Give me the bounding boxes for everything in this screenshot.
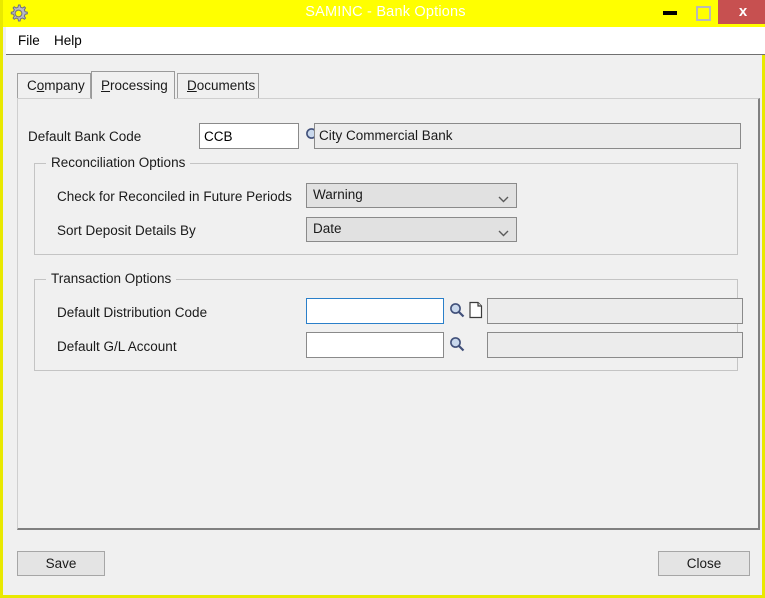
- default-bank-code-description: City Commercial Bank: [314, 123, 741, 149]
- tab-processing[interactable]: Processing: [91, 71, 175, 99]
- check-reconciled-future-periods-value: Warning: [313, 187, 363, 202]
- sort-deposit-details-by-select[interactable]: Date: [306, 217, 517, 242]
- chevron-down-icon: [498, 191, 509, 203]
- tab-documents[interactable]: Documents: [177, 73, 259, 99]
- tab-documents-mnemonic: D: [187, 78, 197, 93]
- tab-documents-post: ocuments: [196, 78, 256, 93]
- reconciliation-options-title: Reconciliation Options: [46, 155, 191, 170]
- check-reconciled-future-periods-select[interactable]: Warning: [306, 183, 517, 208]
- transaction-options-group: Transaction Options Default Distribution…: [34, 271, 743, 371]
- menu-item-help[interactable]: Help: [50, 32, 86, 49]
- window-title: SAMINC - Bank Options: [305, 4, 466, 20]
- tab-company-pre: C: [27, 78, 37, 93]
- gl-account-magnifier-icon[interactable]: [448, 335, 466, 353]
- default-gl-account-description: [487, 332, 743, 358]
- default-distribution-code-input[interactable]: [306, 298, 444, 324]
- distribution-code-document-icon[interactable]: [468, 301, 486, 319]
- bank-options-window: SAMINC - Bank Options x File Help Compan…: [0, 0, 765, 598]
- close-icon[interactable]: x: [718, 0, 765, 24]
- sort-deposit-details-by-value: Date: [313, 221, 342, 236]
- tab-company-post: mpany: [44, 78, 85, 93]
- title-bar[interactable]: SAMINC - Bank Options x: [3, 0, 765, 27]
- chevron-down-icon: [498, 225, 509, 237]
- menu-bar: File Help: [6, 27, 765, 55]
- default-gl-account-input[interactable]: [306, 332, 444, 358]
- default-distribution-code-label: Default Distribution Code: [57, 305, 208, 320]
- maximize-icon[interactable]: [686, 0, 718, 24]
- save-button[interactable]: Save: [17, 551, 105, 576]
- default-distribution-code-description: [487, 298, 743, 324]
- default-bank-code-input[interactable]: [199, 123, 299, 149]
- default-bank-code-label: Default Bank Code: [28, 129, 142, 144]
- tab-company[interactable]: Company: [17, 73, 91, 99]
- tab-processing-post: rocessing: [110, 78, 168, 93]
- reconciliation-options-group: Reconciliation Options Check for Reconci…: [34, 155, 738, 255]
- sort-deposit-details-by-label: Sort Deposit Details By: [57, 223, 196, 238]
- processing-tab-panel: Default Bank Code City Commercial Bank R…: [17, 98, 760, 530]
- close-button[interactable]: Close: [658, 551, 750, 576]
- transaction-options-title: Transaction Options: [46, 271, 177, 286]
- window-controls: x: [654, 0, 765, 27]
- menu-item-file[interactable]: File: [14, 32, 44, 49]
- check-reconciled-future-periods-label: Check for Reconciled in Future Periods: [57, 189, 292, 204]
- default-gl-account-label: Default G/L Account: [57, 339, 177, 354]
- minimize-icon[interactable]: [654, 0, 686, 24]
- tab-processing-mnemonic: P: [101, 78, 111, 93]
- distribution-code-magnifier-icon[interactable]: [448, 301, 466, 319]
